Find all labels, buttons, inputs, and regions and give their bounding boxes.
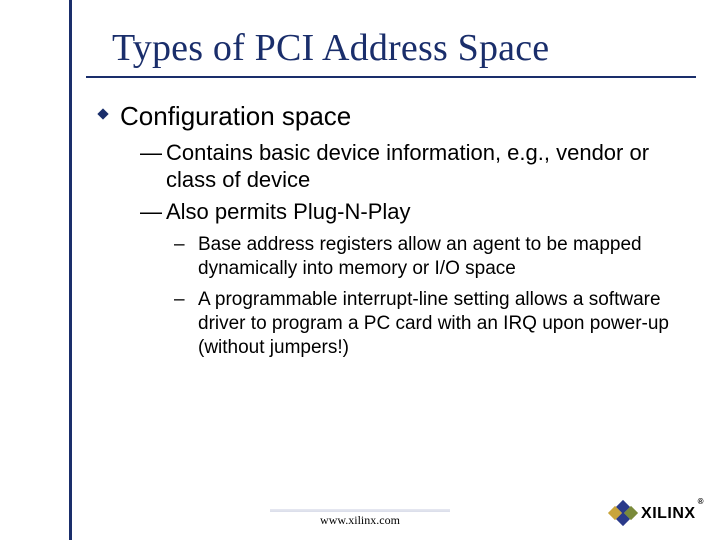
bullet-level3-text: A programmable interrupt-line setting al… (198, 288, 686, 361)
emdash-bullet-icon: — (140, 139, 166, 167)
bullet-level1-text: Configuration space (120, 100, 351, 133)
logo-text-value: XILINX (641, 505, 696, 522)
endash-bullet-icon: – (174, 233, 198, 257)
xilinx-logo: XILINX® (609, 502, 702, 526)
bullet-level1: Configuration space (96, 100, 686, 133)
registered-mark-icon: ® (698, 497, 704, 506)
bullet-level2-text: Contains basic device information, e.g.,… (166, 139, 686, 194)
slide-body: Configuration space — Contains basic dev… (96, 100, 686, 367)
bullet-level3-text: Base address registers allow an agent to… (198, 233, 686, 282)
xilinx-logo-icon (609, 502, 637, 526)
emdash-bullet-icon: — (140, 198, 166, 226)
slide-title: Types of PCI Address Space (112, 26, 672, 70)
bullet-level3: – Base address registers allow an agent … (174, 233, 686, 282)
bullet-level2: — Also permits Plug-N-Play (140, 198, 686, 226)
diamond-bullet-icon (96, 107, 110, 121)
bullet-level2-group: — Contains basic device information, e.g… (140, 139, 686, 226)
slide: Types of PCI Address Space Configuration… (0, 0, 720, 540)
bullet-level2-text: Also permits Plug-N-Play (166, 198, 411, 226)
title-underline (86, 76, 696, 78)
xilinx-logo-text: XILINX® (641, 505, 702, 523)
footer-divider (270, 509, 450, 512)
bullet-level2: — Contains basic device information, e.g… (140, 139, 686, 194)
left-accent-bar (0, 0, 72, 540)
bullet-level3: – A programmable interrupt-line setting … (174, 288, 686, 361)
bullet-level3-group: – Base address registers allow an agent … (174, 233, 686, 361)
endash-bullet-icon: – (174, 288, 198, 312)
